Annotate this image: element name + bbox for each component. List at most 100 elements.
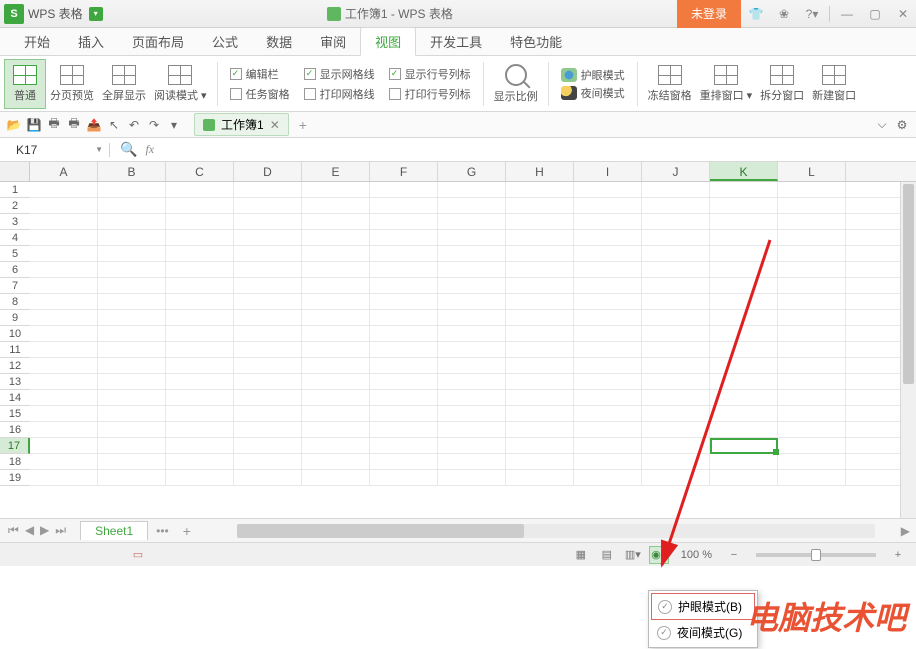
row-header-11[interactable]: 11 <box>0 342 30 358</box>
row-header-18[interactable]: 18 <box>0 454 30 470</box>
vertical-scrollbar[interactable] <box>900 182 916 518</box>
view-阅读模式 ▾-button[interactable]: 阅读模式 ▾ <box>150 59 211 109</box>
sheet-last-icon[interactable]: ⏭ <box>53 523 68 538</box>
weibo-icon[interactable]: ❀ <box>771 0 797 28</box>
menu-开发工具[interactable]: 开发工具 <box>416 28 496 55</box>
zoom-out-icon[interactable]: − <box>724 546 744 564</box>
sheet-add-button[interactable]: + <box>177 523 197 539</box>
print-preview-icon[interactable]: 🖶 <box>66 117 82 133</box>
menu-插入[interactable]: 插入 <box>64 28 118 55</box>
row-header-9[interactable]: 9 <box>0 310 30 326</box>
window-重排窗口 ▾-button[interactable]: 重排窗口 ▾ <box>696 59 757 109</box>
row-header-7[interactable]: 7 <box>0 278 30 294</box>
row-header-16[interactable]: 16 <box>0 422 30 438</box>
export-icon[interactable]: 📤 <box>86 117 102 133</box>
search-icon[interactable]: 🔍 <box>120 141 137 158</box>
col-header-G[interactable]: G <box>438 162 506 181</box>
popup-item-夜间模式(G)[interactable]: ✓夜间模式(G) <box>651 620 755 645</box>
row-header-13[interactable]: 13 <box>0 374 30 390</box>
row-header-17[interactable]: 17 <box>0 438 30 454</box>
menu-视图[interactable]: 视图 <box>360 27 416 56</box>
row-header-1[interactable]: 1 <box>0 182 30 198</box>
zoom-ratio-button[interactable]: 显示比例 <box>490 59 542 109</box>
menu-页面布局[interactable]: 页面布局 <box>118 28 198 55</box>
redo-icon[interactable]: ↷ <box>146 117 162 133</box>
menu-特色功能[interactable]: 特色功能 <box>496 28 576 55</box>
horizontal-scrollbar[interactable] <box>237 524 875 538</box>
menu-审阅[interactable]: 审阅 <box>306 28 360 55</box>
mode-护眼模式[interactable]: 护眼模式 <box>561 67 625 83</box>
horizontal-scroll-thumb[interactable] <box>237 524 524 538</box>
view-全屏显示-button[interactable]: 全屏显示 <box>98 59 150 109</box>
collapse-ribbon-icon[interactable]: ⌵ <box>874 117 890 133</box>
maximize-button[interactable]: ▢ <box>862 0 888 28</box>
col-header-D[interactable]: D <box>234 162 302 181</box>
view-normal-icon[interactable]: ▦ <box>571 546 591 564</box>
checkbox-任务窗格[interactable]: 任务窗格 <box>230 86 290 102</box>
cursor-icon[interactable]: ↖ <box>106 117 122 133</box>
settings-icon[interactable]: ⚙ <box>894 117 910 133</box>
view-pagebreak-icon[interactable]: ▤ <box>597 546 617 564</box>
doc-tab-close[interactable]: ✕ <box>270 118 280 132</box>
mode-夜间模式[interactable]: 夜间模式 <box>561 85 625 101</box>
sheet-nav[interactable]: ⏮ ◀ ▶ ⏭ <box>0 523 74 538</box>
col-header-L[interactable]: L <box>778 162 846 181</box>
fx-label[interactable]: fx <box>145 142 154 157</box>
open-icon[interactable]: 📂 <box>6 117 22 133</box>
col-header-C[interactable]: C <box>166 162 234 181</box>
col-header-E[interactable]: E <box>302 162 370 181</box>
row-header-3[interactable]: 3 <box>0 214 30 230</box>
app-menu-dropdown[interactable]: ▾ <box>89 7 103 21</box>
popup-item-护眼模式(B)[interactable]: ✓护眼模式(B) <box>651 593 755 620</box>
qat-dropdown[interactable]: ▾ <box>166 117 182 133</box>
window-新建窗口-button[interactable]: 新建窗口 <box>808 59 860 109</box>
spreadsheet-grid[interactable]: ABCDEFGHIJKL 123456789101112131415161718… <box>0 162 916 518</box>
eyecare-popup[interactable]: ✓护眼模式(B)✓夜间模式(G) <box>648 590 758 648</box>
cells-area[interactable] <box>30 182 916 518</box>
name-box[interactable]: K17 ▼ <box>10 143 110 157</box>
sheet-prev-icon[interactable]: ◀ <box>23 523 36 538</box>
col-header-K[interactable]: K <box>710 162 778 181</box>
window-冻结窗格-button[interactable]: 冻结窗格 <box>644 59 696 109</box>
status-book-icon[interactable]: ▭ <box>128 546 148 564</box>
col-header-I[interactable]: I <box>574 162 642 181</box>
column-headers[interactable]: ABCDEFGHIJKL <box>30 162 916 182</box>
row-header-14[interactable]: 14 <box>0 390 30 406</box>
menu-公式[interactable]: 公式 <box>198 28 252 55</box>
close-button[interactable]: ✕ <box>890 0 916 28</box>
document-tab[interactable]: 工作簿1 ✕ <box>194 113 289 136</box>
checkbox-显示行号列标[interactable]: ✓显示行号列标 <box>389 66 471 82</box>
view-reading-icon[interactable]: ▥▾ <box>623 546 643 564</box>
select-all-corner[interactable] <box>0 162 30 182</box>
new-doc-button[interactable]: + <box>293 117 313 133</box>
row-header-15[interactable]: 15 <box>0 406 30 422</box>
minimize-button[interactable]: — <box>834 0 860 28</box>
checkbox-打印网格线[interactable]: 打印网格线 <box>304 86 375 102</box>
sheet-tab[interactable]: Sheet1 <box>80 521 148 540</box>
zoom-slider-thumb[interactable] <box>811 549 821 561</box>
view-普通-button[interactable]: 普通 <box>4 59 46 109</box>
name-box-dropdown[interactable]: ▼ <box>95 145 103 154</box>
skin-icon[interactable]: 👕 <box>743 0 769 28</box>
col-header-F[interactable]: F <box>370 162 438 181</box>
col-header-J[interactable]: J <box>642 162 710 181</box>
undo-icon[interactable]: ↶ <box>126 117 142 133</box>
row-header-5[interactable]: 5 <box>0 246 30 262</box>
menu-数据[interactable]: 数据 <box>252 28 306 55</box>
save-icon[interactable]: 💾 <box>26 117 42 133</box>
view-eyecare-icon[interactable]: ◉▾ <box>649 546 669 564</box>
print-icon[interactable]: 🖶 <box>46 117 62 133</box>
row-header-4[interactable]: 4 <box>0 230 30 246</box>
row-header-2[interactable]: 2 <box>0 198 30 214</box>
zoom-in-icon[interactable]: + <box>888 546 908 564</box>
row-header-8[interactable]: 8 <box>0 294 30 310</box>
sheet-first-icon[interactable]: ⏮ <box>6 523 21 538</box>
sheet-more-button[interactable]: ••• <box>148 524 177 538</box>
menu-开始[interactable]: 开始 <box>10 28 64 55</box>
col-header-H[interactable]: H <box>506 162 574 181</box>
help-icon[interactable]: ?▾ <box>799 0 825 28</box>
row-header-10[interactable]: 10 <box>0 326 30 342</box>
row-header-19[interactable]: 19 <box>0 470 30 486</box>
view-分页预览-button[interactable]: 分页预览 <box>46 59 98 109</box>
row-header-12[interactable]: 12 <box>0 358 30 374</box>
